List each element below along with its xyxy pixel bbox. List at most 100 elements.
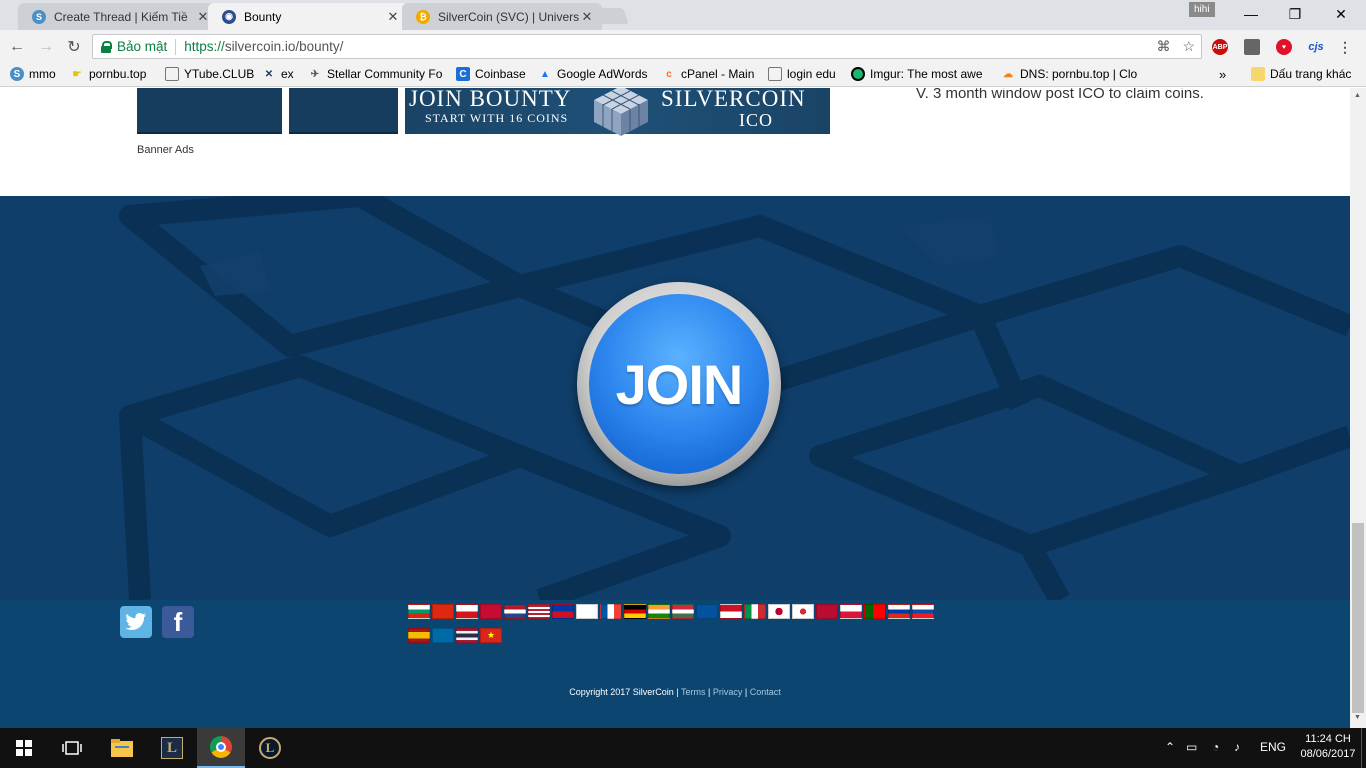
league-launcher-icon[interactable]: L xyxy=(148,728,196,768)
flag-pl-icon[interactable] xyxy=(840,604,862,619)
banner-thumbnail[interactable] xyxy=(137,88,282,134)
clock[interactable]: 11:24 CH 08/06/2017 xyxy=(1296,732,1360,762)
tab-strip: S Create Thread | Kiếm Tiề ✕ ◉ Bounty ✕ … xyxy=(0,0,1366,30)
flag-no-icon[interactable] xyxy=(816,604,838,619)
bookmark-item[interactable]: ▲ Google AdWords xyxy=(538,67,647,81)
banner-brand: SILVERCOIN xyxy=(661,88,806,111)
flag-vn-icon[interactable]: ★ xyxy=(480,628,502,643)
more-bookmarks-button[interactable]: » xyxy=(1219,67,1226,82)
bookmark-item[interactable]: login edu xyxy=(768,67,836,81)
flag-dk-icon[interactable] xyxy=(480,604,502,619)
flag-nl-icon[interactable] xyxy=(504,604,526,619)
star-icon[interactable]: ☆ xyxy=(1182,38,1195,55)
facebook-icon[interactable]: f xyxy=(162,606,194,638)
copyright-text: Copyright 2017 SilverCoin xyxy=(569,687,674,697)
tab-bounty[interactable]: ◉ Bounty ✕ xyxy=(208,3,408,30)
forward-icon[interactable]: → xyxy=(35,36,57,58)
flag-it-icon[interactable] xyxy=(744,604,766,619)
other-bookmarks-folder[interactable]: Dấu trang khác xyxy=(1251,67,1351,81)
bookmark-label: Coinbase xyxy=(475,67,526,81)
flag-ru-icon[interactable] xyxy=(888,604,910,619)
tab-silvercoin-svc[interactable]: ₿ SilverCoin (SVC) | Univers ✕ xyxy=(402,3,602,30)
bookmark-item[interactable]: Smmo xyxy=(10,67,56,81)
reload-icon[interactable]: ↻ xyxy=(63,36,85,58)
flag-id-icon[interactable] xyxy=(720,604,742,619)
tab-create-thread[interactable]: S Create Thread | Kiếm Tiề ✕ xyxy=(18,3,218,30)
vertical-scrollbar[interactable]: ▲ ▼ xyxy=(1350,88,1366,728)
bounty-banner[interactable]: JOIN BOUNTY START WITH 16 COINS SILVERCO… xyxy=(405,88,830,136)
flag-es-icon[interactable] xyxy=(408,628,430,643)
task-view-icon[interactable] xyxy=(48,728,96,768)
adblock-plus-icon[interactable]: ABP xyxy=(1212,39,1228,55)
bookmark-label: YTube.CLUB xyxy=(184,67,255,81)
language-indicator[interactable]: ENG xyxy=(1260,740,1286,754)
flag-fr-icon[interactable] xyxy=(600,604,622,619)
bookmark-item[interactable]: C Coinbase xyxy=(456,67,526,81)
minimize-icon[interactable]: — xyxy=(1228,0,1274,28)
adwords-icon: ▲ xyxy=(540,68,550,80)
privacy-link[interactable]: Privacy xyxy=(713,687,743,697)
translate-icon[interactable]: ⌘ xyxy=(1156,38,1170,55)
flag-kr-icon[interactable] xyxy=(792,604,814,619)
flag-jp-icon[interactable] xyxy=(768,604,790,619)
new-tab-button[interactable] xyxy=(593,8,629,24)
flag-th-icon[interactable] xyxy=(456,628,478,643)
close-window-icon[interactable]: ✕ xyxy=(1318,0,1364,28)
contact-link[interactable]: Contact xyxy=(750,687,781,697)
profile-button[interactable]: hihi xyxy=(1189,2,1215,17)
bookmark-item[interactable]: YTube.CLUB xyxy=(165,67,254,81)
join-button[interactable]: JOIN xyxy=(577,282,781,486)
flag-se-icon[interactable] xyxy=(432,628,454,643)
chrome-taskbar-icon[interactable] xyxy=(197,728,245,768)
cpanel-icon: c xyxy=(666,68,672,80)
battery-icon[interactable]: ▭ xyxy=(1186,740,1197,754)
scroll-up-icon[interactable]: ▲ xyxy=(1354,92,1361,99)
flag-sk-icon[interactable] xyxy=(912,604,934,619)
address-bar[interactable]: Bảo mật https:// silvercoin.io/bounty/ ⌘… xyxy=(92,34,1202,59)
cjs-label: cjs xyxy=(1308,41,1324,53)
bookmark-item[interactable]: ☁ DNS: pornbu.top | Clo xyxy=(1001,67,1137,81)
bookmark-item[interactable]: ✕ ex xyxy=(262,67,294,81)
volume-icon[interactable]: ♪ xyxy=(1234,740,1240,754)
close-icon[interactable]: ✕ xyxy=(386,9,400,25)
bookmark-item[interactable]: ☛ pornbu.top xyxy=(70,67,147,81)
extension-icon[interactable] xyxy=(1244,39,1260,55)
flag-de-icon[interactable] xyxy=(624,604,646,619)
terms-link[interactable]: Terms xyxy=(681,687,706,697)
twitter-icon[interactable] xyxy=(120,606,152,638)
flag-us-icon[interactable] xyxy=(528,604,550,619)
windows-start-icon[interactable] xyxy=(0,728,48,768)
clock-date: 08/06/2017 xyxy=(1300,748,1356,760)
file-explorer-icon[interactable] xyxy=(98,728,146,768)
show-hidden-icons-icon[interactable]: ⌃ xyxy=(1165,740,1175,754)
bookmark-label: ex xyxy=(281,67,294,81)
bookmark-item[interactable]: c cPanel - Main xyxy=(662,67,754,81)
flag-cn-icon[interactable] xyxy=(432,604,454,619)
flag-hu-icon[interactable] xyxy=(672,604,694,619)
scroll-thumb[interactable] xyxy=(1352,523,1364,713)
show-desktop-button[interactable] xyxy=(1361,728,1366,768)
flag-cz-icon[interactable] xyxy=(456,604,478,619)
cjs-extension-icon[interactable]: cjs xyxy=(1305,39,1327,55)
heart-icon[interactable]: ♥ xyxy=(1276,39,1292,55)
close-icon[interactable]: ✕ xyxy=(580,9,594,25)
bookmark-item[interactable]: ✈ Stellar Community Fo xyxy=(308,67,443,81)
flag-in-icon[interactable] xyxy=(648,604,670,619)
folder-icon xyxy=(1251,67,1265,81)
silvercoin-icon: S xyxy=(10,67,24,81)
flag-ph-icon[interactable] xyxy=(552,604,574,619)
flag-bg-icon[interactable] xyxy=(408,604,430,619)
scroll-down-icon[interactable]: ▼ xyxy=(1354,714,1361,721)
restore-icon[interactable]: ❐ xyxy=(1272,0,1318,28)
flag-fi-icon[interactable] xyxy=(576,604,598,619)
league-client-icon[interactable]: L xyxy=(246,728,294,768)
flag-pt-icon[interactable] xyxy=(864,604,886,619)
menu-icon[interactable]: ⋮ xyxy=(1338,39,1352,55)
divider xyxy=(175,38,177,55)
hand-icon: ☛ xyxy=(72,68,82,80)
flag-is-icon[interactable] xyxy=(696,604,718,619)
wifi-icon[interactable]: ◔ xyxy=(1212,740,1219,754)
back-icon[interactable]: ← xyxy=(6,36,28,58)
bookmark-item[interactable]: Imgur: The most awe xyxy=(851,67,983,81)
banner-thumbnail[interactable] xyxy=(289,88,398,134)
